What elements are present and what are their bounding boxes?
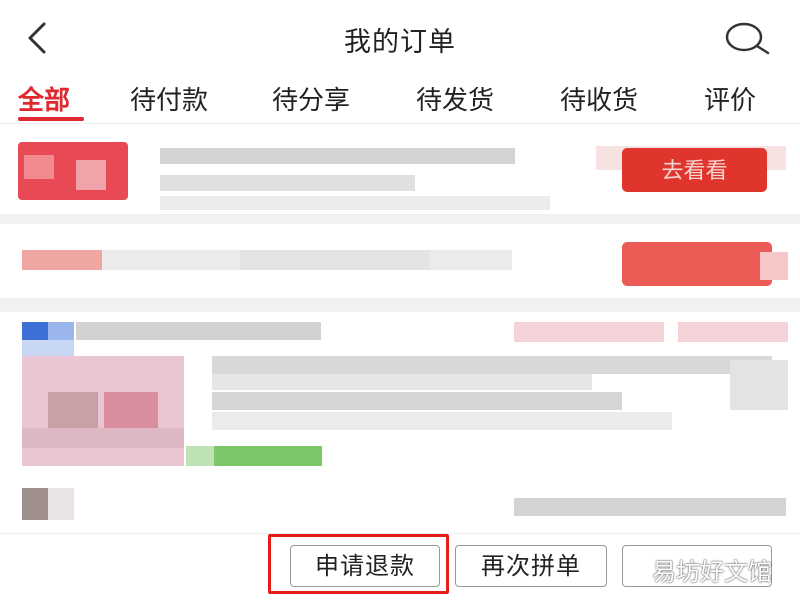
product-price <box>730 360 788 410</box>
promo-image-detail <box>76 160 106 190</box>
tab-pending-payment[interactable]: 待付款 <box>130 80 208 117</box>
tab-pending-share[interactable]: 待分享 <box>272 80 350 117</box>
product-spec-line <box>212 412 672 430</box>
section-divider <box>0 214 800 224</box>
shop-name <box>76 322 321 340</box>
coupon-label <box>22 250 102 270</box>
order-status-text <box>514 322 664 342</box>
tab-pending-receipt[interactable]: 待收货 <box>560 80 638 117</box>
tab-review[interactable]: 评价 <box>704 80 756 117</box>
product-title-line <box>212 356 772 374</box>
active-tab-indicator <box>18 117 84 121</box>
section-divider <box>0 298 800 312</box>
product-title-line <box>212 374 592 390</box>
order-status-tabs: 全部 待付款 待分享 待发货 待收货 评价 <box>0 72 800 124</box>
product-thumbnail-detail <box>104 392 158 430</box>
search-icon <box>725 22 770 55</box>
shop-icon <box>22 322 48 340</box>
promo-view-button[interactable]: 去看看 <box>622 148 767 192</box>
product-thumbnail[interactable] <box>22 356 184 466</box>
tab-all[interactable]: 全部 <box>18 80 70 117</box>
promo-text-line <box>160 196 550 210</box>
order-status-text <box>678 322 788 342</box>
coupon-text-detail <box>240 250 430 270</box>
order-total-text <box>514 498 786 516</box>
shop-icon-detail <box>48 322 74 340</box>
product-thumbnail-detail <box>48 392 98 428</box>
product-thumbnail-detail <box>22 428 184 448</box>
promo-text-line <box>160 148 515 164</box>
seller-avatar <box>22 488 48 520</box>
nav-bar: 我的订单 <box>0 0 800 70</box>
annotation-highlight <box>268 534 449 594</box>
tab-pending-shipment[interactable]: 待发货 <box>416 80 494 117</box>
promo-image-detail <box>24 155 54 179</box>
seller-avatar-detail <box>48 488 74 520</box>
coupon-button[interactable] <box>622 242 772 286</box>
watermark: 易坊好文馆 <box>652 558 772 586</box>
product-spec-line <box>212 392 622 410</box>
search-button[interactable] <box>720 18 774 58</box>
shop-icon-detail <box>22 340 74 356</box>
coupon-button-fade <box>760 252 788 280</box>
page-title: 我的订单 <box>344 27 456 58</box>
promo-text-line <box>160 175 415 191</box>
reorder-group-button[interactable]: 再次拼单 <box>455 545 607 587</box>
product-tag-detail <box>186 446 214 466</box>
